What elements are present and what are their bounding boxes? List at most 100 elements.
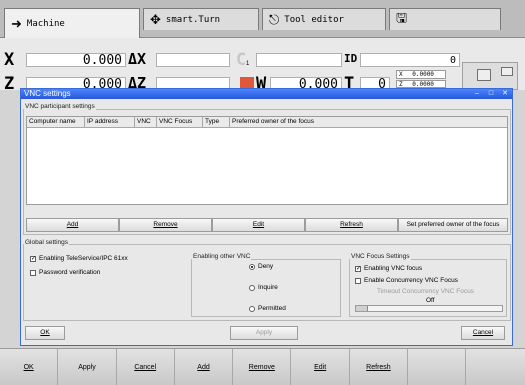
id-value: 0 (360, 53, 460, 67)
softkey-ok-label: OK (23, 364, 34, 371)
timeout-slider[interactable] (355, 305, 503, 312)
radio-unselected-icon (249, 284, 255, 291)
dialog-ok-label: OK (40, 329, 50, 336)
edit-participant-button[interactable]: Edit (212, 218, 305, 232)
refresh-participants-button[interactable]: Refresh (305, 218, 398, 232)
edit-participant-label: Edit (252, 221, 265, 228)
z-small-label: Z (399, 81, 403, 88)
x-small-value: 0.0000 (412, 71, 434, 78)
password-verification-checkbox[interactable]: Password verification (30, 269, 100, 276)
tab-tool-editor-label: Tool editor (284, 14, 344, 25)
dialog-apply-label: Apply (255, 329, 273, 336)
checkbox-unchecked-icon (355, 277, 361, 284)
remove-participant-label: Remove (153, 221, 178, 228)
permitted-label: Permitted (258, 305, 286, 312)
softkey-bar: OK Apply Cancel Add Remove Edit Refresh (0, 348, 525, 385)
softkey-cancel[interactable]: Cancel (116, 349, 175, 385)
c-axis-subscript: 1 (246, 61, 250, 67)
table-button-row: Add Remove Edit Refresh Set preferred ow… (26, 218, 508, 232)
participants-group-label: VNC participant settings (24, 103, 96, 110)
timeout-concurrency-label: Timeout Concurrency VNC Focus (377, 288, 474, 295)
softkey-apply-label: Apply (78, 364, 96, 371)
softkey-empty-1[interactable] (408, 349, 467, 385)
dialog-cancel-button[interactable]: Cancel (461, 326, 505, 340)
inquire-radio[interactable]: Inquire (249, 284, 278, 291)
maximize-icon[interactable]: □ (484, 89, 498, 99)
machine-readout: X 0.000 ΔX C 1 ID 0 Z 0.000 ΔZ W 0.000 T… (0, 38, 525, 94)
deny-label: Deny (258, 263, 274, 270)
refresh-participants-label: Refresh (340, 221, 363, 228)
col-vnc-focus[interactable]: VNC Focus (157, 117, 203, 127)
dialog-title: VNC settings (24, 89, 71, 98)
softkey-ok[interactable]: OK (0, 349, 59, 385)
radio-selected-icon (249, 263, 255, 270)
dx-value (156, 53, 230, 67)
vnc-focus-label: VNC Focus Settings (350, 253, 411, 260)
app-tab-bar: ➜ Machine ✥ smart.Turn ⎋ Tool editor 🖫 (0, 0, 525, 38)
softkey-edit[interactable]: Edit (291, 349, 350, 385)
x-small-label: X (399, 71, 403, 78)
softkey-add-label: Add (197, 364, 210, 371)
softkey-apply[interactable]: Apply (58, 349, 117, 385)
save-disk-icon: 🖫 (396, 9, 408, 25)
col-computer-name[interactable]: Computer name (27, 117, 85, 127)
machine-graphic-icon (462, 62, 518, 90)
vnc-settings-dialog: VNC settings – □ ✕ VNC participant setti… (20, 88, 513, 346)
id-label: ID (344, 52, 358, 65)
deny-radio[interactable]: Deny (249, 263, 273, 270)
remove-participant-button[interactable]: Remove (119, 218, 212, 232)
set-preferred-owner-label: Set preferred owner of the focus (406, 221, 500, 228)
col-preferred-owner[interactable]: Preferred owner of the focus (230, 117, 507, 127)
softkey-cancel-label: Cancel (134, 364, 157, 371)
col-vnc[interactable]: VNC (135, 117, 157, 127)
dialog-title-bar: VNC settings – □ ✕ (21, 89, 512, 99)
enable-concurrency-checkbox[interactable]: Enable Concurrency VNC Focus (355, 277, 458, 284)
participants-table[interactable]: Computer name IP address VNC VNC Focus T… (26, 116, 508, 205)
tab-machine-label: Machine (26, 18, 65, 29)
permitted-radio[interactable]: Permitted (249, 305, 286, 312)
close-icon[interactable]: ✕ (498, 89, 512, 99)
col-ip-address[interactable]: IP address (85, 117, 135, 127)
softkey-remove-label: Remove (248, 364, 275, 371)
enabling-vnc-focus-checkbox[interactable]: ✓ Enabling VNC focus (355, 265, 422, 272)
move-arrows-icon: ✥ (150, 11, 161, 27)
softkey-add[interactable]: Add (174, 349, 234, 385)
c-axis-label: C (236, 50, 247, 70)
checkbox-checked-icon: ✓ (30, 255, 37, 262)
softkey-empty-2[interactable] (466, 349, 525, 385)
tool-editor-icon: ⎋ (269, 11, 280, 27)
participants-table-header: Computer name IP address VNC VNC Focus T… (27, 117, 507, 128)
checkbox-checked-icon: ✓ (355, 265, 362, 272)
add-participant-button[interactable]: Add (26, 218, 119, 232)
global-settings-label: Global settings (24, 239, 69, 246)
dialog-ok-button[interactable]: OK (25, 326, 65, 340)
slider-handle[interactable] (356, 306, 368, 311)
inquire-label: Inquire (258, 284, 278, 291)
softkey-refresh[interactable]: Refresh (349, 349, 409, 385)
timeout-value: Off (426, 297, 435, 304)
set-preferred-owner-button[interactable]: Set preferred owner of the focus (398, 218, 508, 232)
softkey-remove[interactable]: Remove (233, 349, 292, 385)
password-verification-label: Password verification (39, 269, 101, 276)
dx-axis-label: ΔX (128, 50, 147, 68)
checkbox-unchecked-icon (30, 269, 36, 276)
tab-save[interactable]: 🖫 (389, 8, 501, 30)
x-small-readout: X 0.0000 (396, 70, 446, 79)
dialog-apply-button[interactable]: Apply (230, 326, 298, 340)
z-small-value: 0.0000 (412, 81, 434, 88)
tab-machine[interactable]: ➜ Machine (4, 8, 140, 38)
arrow-right-icon: ➜ (11, 15, 22, 31)
enabling-teleservice-checkbox[interactable]: ✓ Enabling TeleService/IPC 61xx (30, 255, 128, 262)
enabling-other-vnc-label: Enabling other VNC (192, 253, 252, 260)
z-small-readout: Z 0.0000 (396, 80, 446, 88)
radio-unselected-icon (249, 305, 255, 312)
x-value: 0.000 (26, 53, 126, 67)
z-axis-label: Z (4, 74, 15, 94)
tab-smart-turn-label: smart.Turn (165, 14, 221, 25)
col-type[interactable]: Type (203, 117, 230, 127)
minimize-icon[interactable]: – (470, 89, 484, 99)
enabling-vnc-focus-label: Enabling VNC focus (364, 265, 423, 272)
c-value (256, 53, 342, 67)
tab-tool-editor[interactable]: ⎋ Tool editor (262, 8, 386, 30)
tab-smart-turn[interactable]: ✥ smart.Turn (143, 8, 259, 30)
